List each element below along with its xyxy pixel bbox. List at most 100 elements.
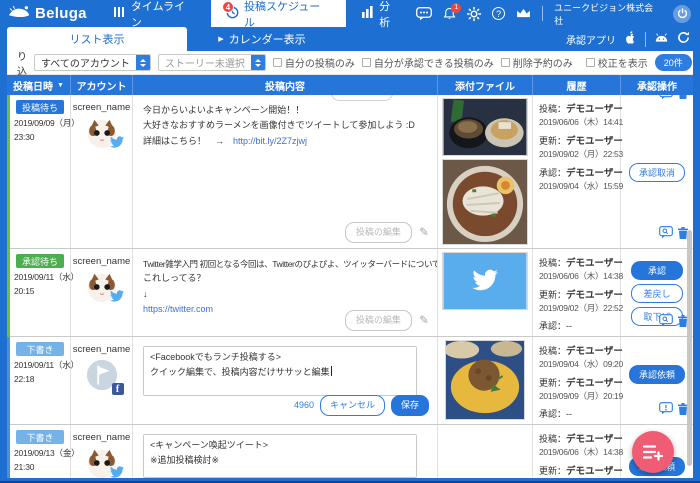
post-date: 2019/09/11（水） xyxy=(7,359,70,373)
top-navbar: Beluga タイムライン 4 投稿スケジュール 分析 1 xyxy=(0,0,700,27)
tab-analytics[interactable]: 分析 xyxy=(346,0,416,27)
post-content-cell: <キャンペーン喚起ツイート> ※追加投稿検討※ xyxy=(133,425,438,478)
history-entry: 承認：-- xyxy=(539,319,618,332)
post-date: 2019/09/13（金） xyxy=(7,447,70,461)
header-post-datetime[interactable]: 投稿日時 ▼ xyxy=(7,75,71,95)
status-badge: 投稿待ち xyxy=(16,100,64,114)
quick-edit-textarea[interactable]: <キャンペーン喚起ツイート> ※追加投稿検討※ xyxy=(143,434,417,478)
attachments-cell xyxy=(438,249,533,336)
content-link[interactable]: https://twitter.com xyxy=(143,304,213,314)
logout-power-icon[interactable] xyxy=(673,5,691,23)
chat-icon[interactable] xyxy=(416,7,432,21)
proof-comment-icon[interactable] xyxy=(659,402,673,420)
select-spinner-icon xyxy=(251,55,265,70)
avatar xyxy=(85,270,119,304)
history-entry: 承認：-- xyxy=(539,407,618,420)
history-entry: 投稿：デモユーザー 2019/06/06（木）14:38 xyxy=(539,431,618,458)
proof-comment-icon[interactable] xyxy=(659,314,673,332)
crown-icon[interactable] xyxy=(516,8,531,19)
header-content: 投稿内容 xyxy=(133,75,438,95)
content-line: 大好きなおすすめラーメンを画像付きでツイートして参加しよう :D xyxy=(143,118,427,133)
checkbox-icon xyxy=(586,58,595,67)
status-badge: 下書き xyxy=(16,342,64,356)
header-approval-ops: 承認操作 xyxy=(621,75,693,95)
account-filter-select[interactable]: すべてのアカウント xyxy=(34,54,151,71)
tab-calendar-view[interactable]: ▶ カレンダー表示 xyxy=(187,27,337,51)
row-action-icons xyxy=(659,402,688,420)
history-cell: 投稿：デモユーザー 2019/06/06（木）14:38 更新：デモユーザー 2… xyxy=(533,249,621,336)
attachment-photo-tsukemen[interactable] xyxy=(442,98,528,156)
content-line: 詳細はこちら！ → http://bit.ly/2Z7zjwj xyxy=(143,134,427,149)
checkbox-delete-reserved[interactable]: 削除予約のみ xyxy=(501,55,573,70)
tab-post-schedule[interactable]: 4 投稿スケジュール xyxy=(211,0,346,27)
tab-list-view[interactable]: リスト表示 xyxy=(7,27,187,51)
quick-edit-actions: 4960 キャンセル 保存 xyxy=(294,395,429,416)
edit-controls: 投稿の編集 ✎ xyxy=(345,310,429,331)
navbar-divider xyxy=(542,6,543,21)
account-cell: screen_name f xyxy=(71,337,133,424)
status-badge: 承認待ち xyxy=(16,254,64,268)
content-line: <Facebookでもランチ投稿する> xyxy=(150,350,410,365)
checkbox-approvable[interactable]: 自分が承認できる投稿のみ xyxy=(362,55,494,70)
tab-list-view-label: リスト表示 xyxy=(70,31,125,47)
settings-gear-icon[interactable] xyxy=(467,7,481,21)
checkbox-icon xyxy=(501,58,510,67)
content-link[interactable]: http://bit.ly/2Z7zjwj xyxy=(233,136,307,146)
history-entry: 投稿：デモユーザー 2019/06/06（木）14:41 xyxy=(539,101,618,128)
status-strip xyxy=(7,249,10,337)
account-screen-name: screen_name xyxy=(71,432,132,443)
attachment-photo-curry[interactable] xyxy=(445,340,525,420)
post-datetime-cell: 下書き 2019/09/11（水） 22:18 xyxy=(7,337,71,424)
navbar-right: 1 ? ユニークビジョン株式会社 xyxy=(416,0,700,27)
save-button[interactable]: 保存 xyxy=(391,395,429,416)
post-time: 23:30 xyxy=(7,131,70,145)
checkbox-my-posts[interactable]: 自分の投稿のみ xyxy=(273,55,355,70)
add-post-fab[interactable] xyxy=(632,431,674,473)
row-action-icons xyxy=(659,314,688,332)
attachment-twitter-logo[interactable] xyxy=(442,252,528,310)
checkbox-approvable-label: 自分が承認できる投稿のみ xyxy=(374,55,494,70)
approve-button[interactable]: 承認 xyxy=(631,261,683,280)
whale-icon xyxy=(7,4,31,23)
post-time: 20:15 xyxy=(7,285,70,299)
tab-timeline[interactable]: タイムライン xyxy=(99,0,211,27)
help-icon[interactable]: ? xyxy=(492,7,505,20)
tab-calendar-view-label: カレンダー表示 xyxy=(229,31,306,47)
content-line: <キャンペーン喚起ツイート> xyxy=(150,438,410,453)
twitter-bird-icon xyxy=(110,289,124,307)
header-account: アカウント xyxy=(71,75,133,95)
checkbox-show-proof[interactable]: 校正を表示 xyxy=(586,55,648,70)
edit-post-button[interactable]: 投稿の編集 xyxy=(345,310,412,331)
edit-controls: 投稿の編集 ✎ xyxy=(345,222,429,243)
tab-timeline-label: タイムライン xyxy=(131,0,196,30)
twitter-bird-icon xyxy=(110,465,124,478)
content-line: ↓ xyxy=(143,287,427,302)
notifications-bell-icon[interactable]: 1 xyxy=(443,7,456,21)
apple-app-icon[interactable] xyxy=(625,31,636,47)
facebook-icon: f xyxy=(112,383,124,395)
content-line: Twitter雑学入門 初回となる今回は、Twitterのぴよぴよ、ツイッターバ… xyxy=(143,257,427,271)
sort-desc-icon: ▼ xyxy=(57,82,64,89)
post-date: 2019/09/11（水） xyxy=(7,271,70,285)
request-approval-button[interactable]: 承認依頼 xyxy=(629,365,685,384)
quick-edit-textarea[interactable]: <Facebookでもランチ投稿する> クイック編集で、投稿内容だけササッと編集 xyxy=(143,346,417,396)
table-row: 承認待ち 2019/09/11（水） 20:15 screen_name xyxy=(7,249,693,337)
cancel-button[interactable]: キャンセル xyxy=(320,395,385,416)
status-badge: 下書き xyxy=(16,430,64,444)
android-app-icon[interactable] xyxy=(655,32,668,46)
cancel-approval-button[interactable]: 承認取消 xyxy=(629,163,685,182)
pencil-icon[interactable]: ✎ xyxy=(419,314,429,326)
story-filter-select[interactable]: ストーリー未選択 xyxy=(158,54,266,71)
account-cell: screen_name xyxy=(71,249,133,336)
beluga-app-window: Beluga タイムライン 4 投稿スケジュール 分析 1 xyxy=(0,0,700,483)
refresh-icon[interactable] xyxy=(677,31,690,47)
attachment-photo-ramen[interactable] xyxy=(442,159,528,245)
vertical-scrollbar[interactable] xyxy=(687,230,692,466)
pencil-icon[interactable]: ✎ xyxy=(419,226,429,238)
send-back-button[interactable]: 差戻し xyxy=(631,284,683,303)
edit-post-button[interactable]: 投稿の編集 xyxy=(345,222,412,243)
history-cell: 投稿：デモユーザー 2019/06/06（木）14:38 更新：デモユーザー 2… xyxy=(533,425,621,478)
checkbox-icon xyxy=(362,58,371,67)
tab-analytics-label: 分析 xyxy=(379,0,401,30)
proof-comment-icon[interactable] xyxy=(659,226,673,244)
